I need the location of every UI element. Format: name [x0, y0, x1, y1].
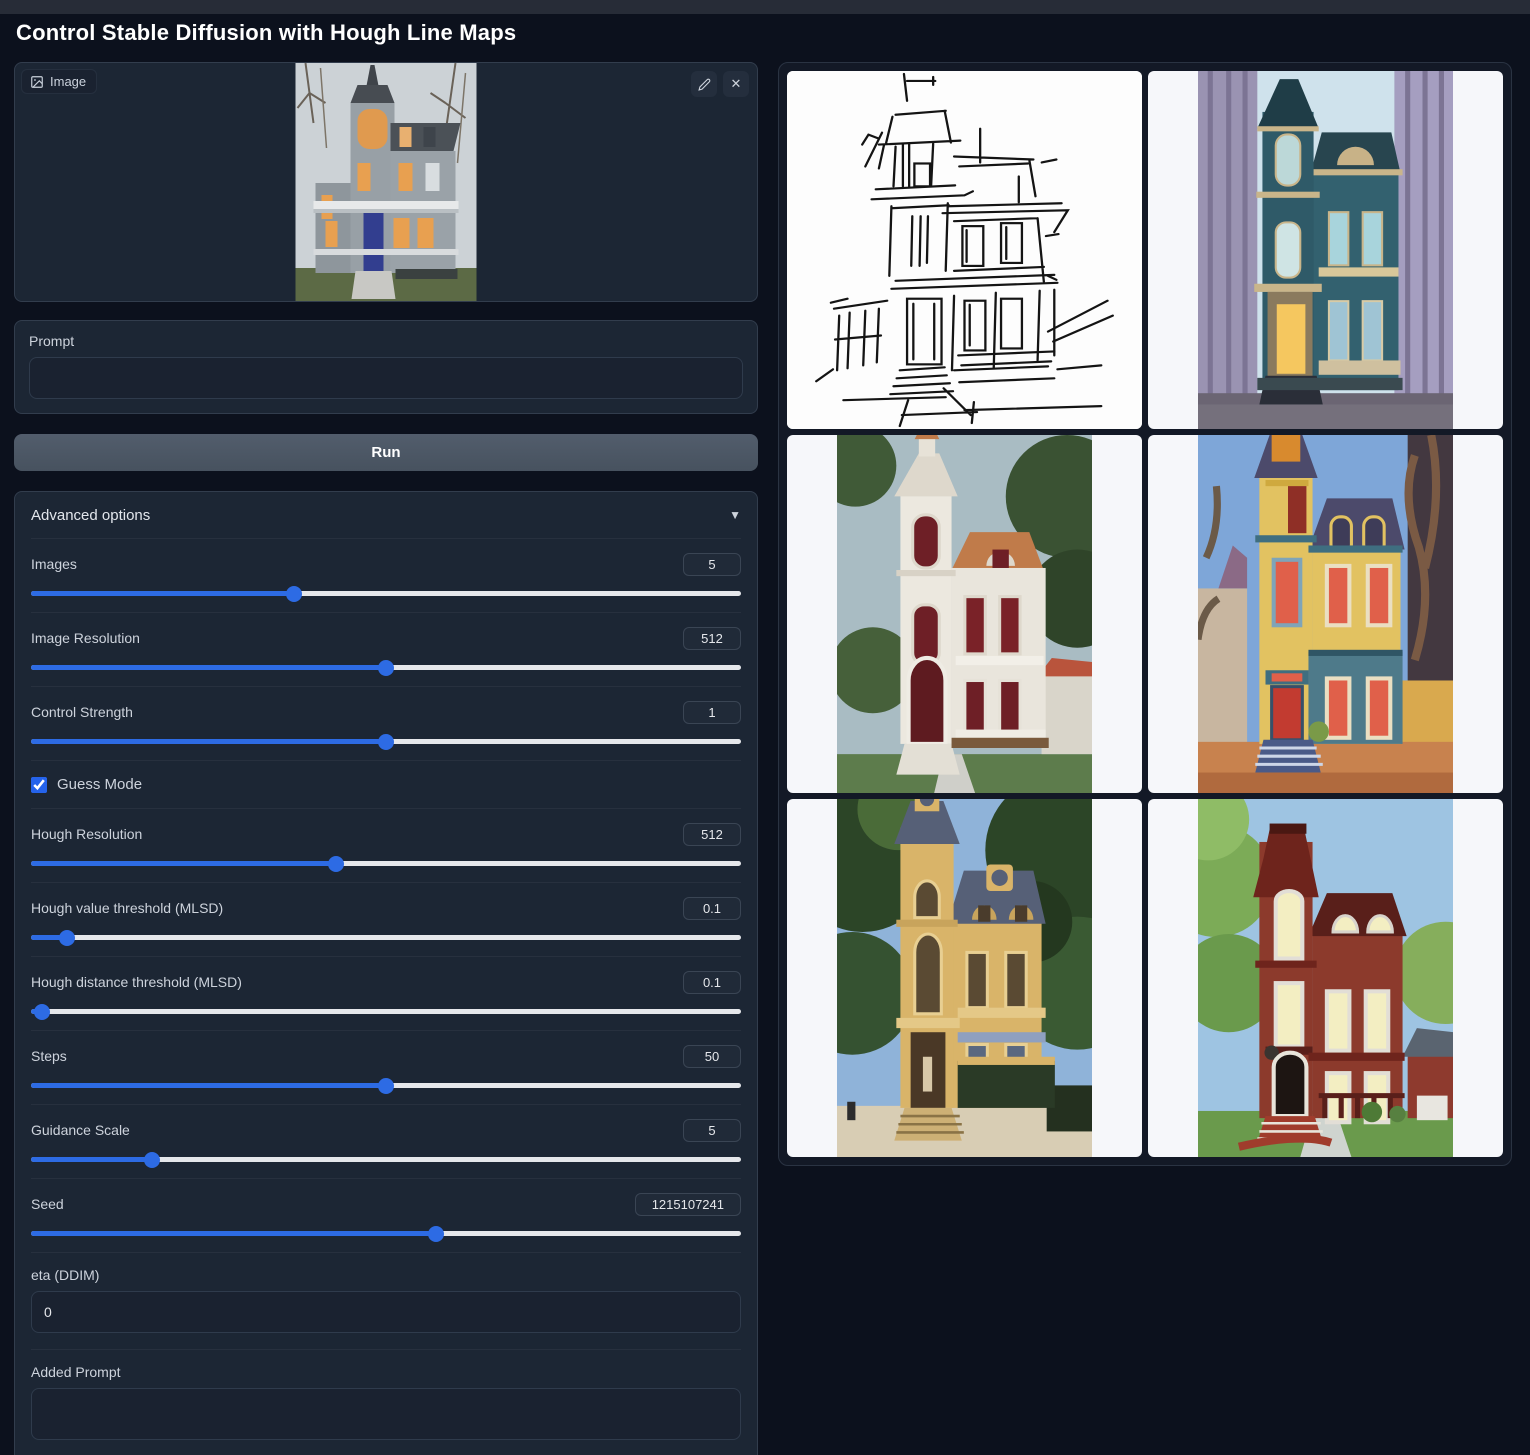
close-icon: ✕ — [731, 76, 742, 92]
guess-mode-checkbox[interactable] — [31, 777, 47, 793]
slider-value-control-strength[interactable]: 1 — [683, 701, 741, 724]
slider-handle[interactable] — [378, 1078, 394, 1094]
result-gallery — [778, 62, 1512, 1166]
slider-hough-value-threshold: Hough value threshold (MLSD) 0.1 — [31, 882, 741, 956]
added-prompt-input[interactable] — [31, 1388, 741, 1440]
slider-image-resolution: Image Resolution 512 — [31, 612, 741, 686]
controls-column: Image ✕ — [14, 62, 758, 1455]
added-prompt-label: Added Prompt — [31, 1364, 741, 1380]
slider-track-guidance-scale[interactable] — [31, 1157, 741, 1162]
eta-label: eta (DDIM) — [31, 1267, 741, 1283]
guess-mode-label: Guess Mode — [57, 776, 142, 793]
gallery-item-gold-victorian[interactable] — [787, 799, 1142, 1157]
advanced-options-title: Advanced options — [31, 507, 150, 524]
gold-victorian-image — [837, 799, 1093, 1157]
eta-input[interactable] — [31, 1291, 741, 1333]
slider-handle[interactable] — [59, 930, 75, 946]
slider-steps: Steps 50 — [31, 1030, 741, 1104]
input-image-thumbnail[interactable] — [296, 63, 477, 302]
image-label: Image — [50, 74, 86, 89]
image-icon — [30, 75, 44, 89]
gallery-item-yellow-victorian[interactable] — [1148, 435, 1503, 793]
slider-handle[interactable] — [328, 856, 344, 872]
image-label-badge: Image — [21, 69, 97, 94]
slider-hough-distance-threshold: Hough distance threshold (MLSD) 0.1 — [31, 956, 741, 1030]
yellow-victorian-image — [1198, 435, 1454, 793]
slider-images: Images 5 — [31, 538, 741, 612]
added-prompt-row: Added Prompt — [31, 1349, 741, 1455]
slider-track-hough-resolution[interactable] — [31, 861, 741, 866]
advanced-options-header[interactable]: Advanced options ▼ — [31, 492, 741, 538]
input-house-photo — [296, 63, 477, 302]
slider-track-control-strength[interactable] — [31, 739, 741, 744]
slider-track-seed[interactable] — [31, 1231, 741, 1236]
edit-image-button[interactable] — [691, 71, 717, 97]
eta-row: eta (DDIM) — [31, 1252, 741, 1349]
slider-handle[interactable] — [144, 1152, 160, 1168]
red-brick-victorian-image — [1198, 799, 1454, 1157]
slider-track-steps[interactable] — [31, 1083, 741, 1088]
gallery-item-white-victorian[interactable] — [787, 435, 1142, 793]
prompt-label: Prompt — [29, 333, 743, 349]
slider-guidance-scale: Guidance Scale 5 — [31, 1104, 741, 1178]
slider-control-strength: Control Strength 1 — [31, 686, 741, 760]
run-button[interactable]: Run — [14, 434, 758, 471]
input-image-panel[interactable]: Image ✕ — [14, 62, 758, 302]
page-title: Control Stable Diffusion with Hough Line… — [16, 20, 516, 46]
white-victorian-image — [837, 435, 1093, 793]
advanced-options-panel: Advanced options ▼ Images 5 Image Resolu… — [14, 491, 758, 1455]
slider-track-image-resolution[interactable] — [31, 665, 741, 670]
slider-handle[interactable] — [378, 734, 394, 750]
slider-track-hough-value-threshold[interactable] — [31, 935, 741, 940]
gallery-item-hough-line-map[interactable] — [787, 71, 1142, 429]
hough-line-map-image — [787, 71, 1142, 429]
slider-value-hough-value-threshold[interactable]: 0.1 — [683, 897, 741, 920]
slider-track-hough-distance-threshold[interactable] — [31, 1009, 741, 1014]
gallery-item-red-brick-victorian[interactable] — [1148, 799, 1503, 1157]
slider-seed: Seed 1215107241 — [31, 1178, 741, 1252]
slider-value-image-resolution[interactable]: 512 — [683, 627, 741, 650]
slider-value-guidance-scale[interactable]: 5 — [683, 1119, 741, 1142]
slider-value-hough-resolution[interactable]: 512 — [683, 823, 741, 846]
slider-value-hough-distance-threshold[interactable]: 0.1 — [683, 971, 741, 994]
top-strip — [0, 0, 1530, 14]
slider-handle[interactable] — [428, 1226, 444, 1242]
teal-victorian-image — [1198, 71, 1454, 429]
slider-value-seed[interactable]: 1215107241 — [635, 1193, 741, 1216]
prompt-input[interactable] — [29, 357, 743, 399]
clear-image-button[interactable]: ✕ — [723, 71, 749, 97]
chevron-down-icon: ▼ — [729, 508, 741, 522]
slider-handle[interactable] — [378, 660, 394, 676]
slider-value-steps[interactable]: 50 — [683, 1045, 741, 1068]
slider-value-images[interactable]: 5 — [683, 553, 741, 576]
slider-handle[interactable] — [34, 1004, 50, 1020]
pencil-icon — [698, 78, 711, 91]
prompt-panel: Prompt — [14, 320, 758, 414]
slider-handle[interactable] — [286, 586, 302, 602]
guess-mode-row[interactable]: Guess Mode — [31, 760, 741, 808]
slider-track-images[interactable] — [31, 591, 741, 596]
gallery-item-teal-victorian[interactable] — [1148, 71, 1503, 429]
slider-hough-resolution: Hough Resolution 512 — [31, 808, 741, 882]
